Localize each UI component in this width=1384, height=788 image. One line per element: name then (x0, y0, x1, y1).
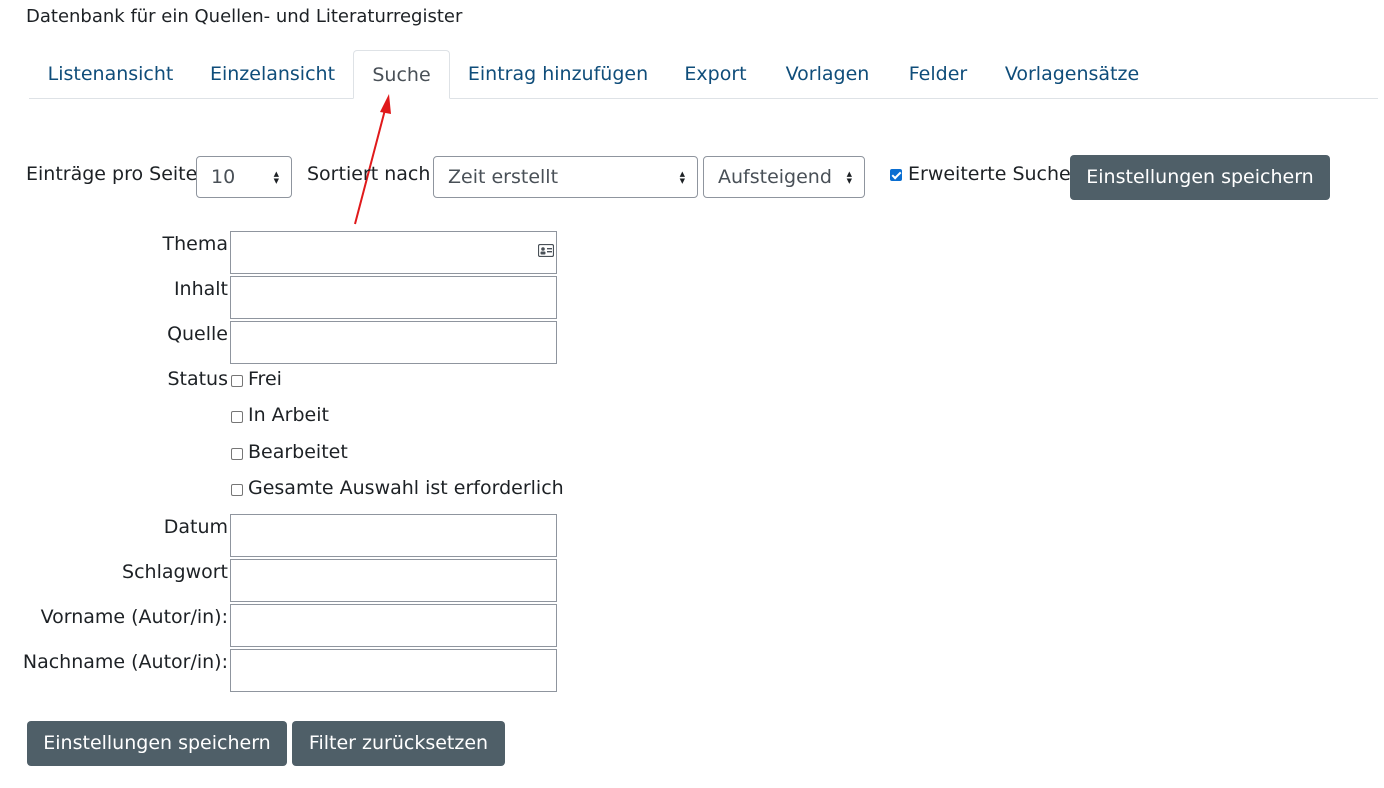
sort-order-value: Aufsteigend (718, 166, 832, 188)
address-card-icon (538, 244, 554, 257)
inhalt-label: Inhalt (173, 278, 228, 300)
status-require-all-checkbox[interactable] (231, 484, 243, 496)
sort-field-select[interactable]: Zeit erstellt ▲ ▼ (433, 156, 698, 198)
reset-filter-button[interactable]: Filter zurücksetzen (292, 721, 505, 766)
sort-caret-icon: ▲ ▼ (273, 170, 279, 185)
status-require-all-label: Gesamte Auswahl ist erforderlich (248, 477, 564, 499)
vorname-input[interactable] (230, 604, 557, 647)
save-settings-button-top[interactable]: Einstellungen speichern (1070, 155, 1330, 200)
tab-einzelansicht[interactable]: Einzelansicht (192, 50, 353, 98)
tab-vorlagen[interactable]: Vorlagen (765, 50, 890, 98)
nachname-label: Nachname (Autor/in): (22, 651, 228, 673)
schlagwort-input[interactable] (230, 559, 557, 602)
status-bearbeitet-checkbox[interactable] (231, 448, 243, 460)
tab-listenansicht[interactable]: Listenansicht (29, 50, 192, 98)
per-page-label: Einträge pro Seite (26, 163, 198, 185)
status-in-arbeit-label: In Arbeit (248, 404, 329, 426)
tab-eintrag-hinzufuegen[interactable]: Eintrag hinzufügen (450, 50, 666, 98)
tab-bar: Listenansicht Einzelansicht Suche Eintra… (29, 50, 1378, 99)
thema-input[interactable] (230, 231, 557, 274)
datum-input[interactable] (230, 514, 557, 557)
per-page-value: 10 (211, 166, 236, 188)
tab-vorlagensaetze[interactable]: Vorlagensätze (986, 50, 1158, 98)
status-frei-checkbox[interactable] (231, 375, 243, 387)
status-bearbeitet-label: Bearbeitet (248, 441, 348, 463)
sort-order-select[interactable]: Aufsteigend ▲ ▼ (703, 156, 865, 198)
sort-caret-icon: ▲ ▼ (846, 170, 852, 185)
schlagwort-label: Schlagwort (122, 561, 228, 583)
sort-label: Sortiert nach (307, 163, 431, 185)
per-page-select[interactable]: 10 ▲ ▼ (196, 156, 292, 198)
datum-label: Datum (163, 516, 228, 538)
quelle-input[interactable] (230, 321, 557, 364)
page-title: Datenbank für ein Quellen- und Literatur… (26, 6, 463, 27)
inhalt-input[interactable] (230, 276, 557, 319)
thema-label: Thema (162, 233, 229, 255)
save-settings-button-bottom[interactable]: Einstellungen speichern (27, 721, 287, 766)
quelle-label: Quelle (167, 323, 228, 345)
tab-felder[interactable]: Felder (890, 50, 986, 98)
advanced-search-label: Erweiterte Suche (908, 163, 1071, 185)
sort-caret-icon: ▲ ▼ (679, 170, 685, 185)
vorname-label: Vorname (Autor/in): (40, 606, 228, 628)
status-in-arbeit-checkbox[interactable] (231, 411, 243, 423)
nachname-input[interactable] (230, 649, 557, 692)
sort-field-value: Zeit erstellt (448, 166, 559, 188)
annotation-arrow-icon (354, 94, 391, 225)
status-frei-label: Frei (248, 368, 282, 390)
status-label: Status (167, 368, 228, 390)
tab-export[interactable]: Export (666, 50, 765, 98)
advanced-search-checkbox[interactable] (890, 169, 902, 181)
